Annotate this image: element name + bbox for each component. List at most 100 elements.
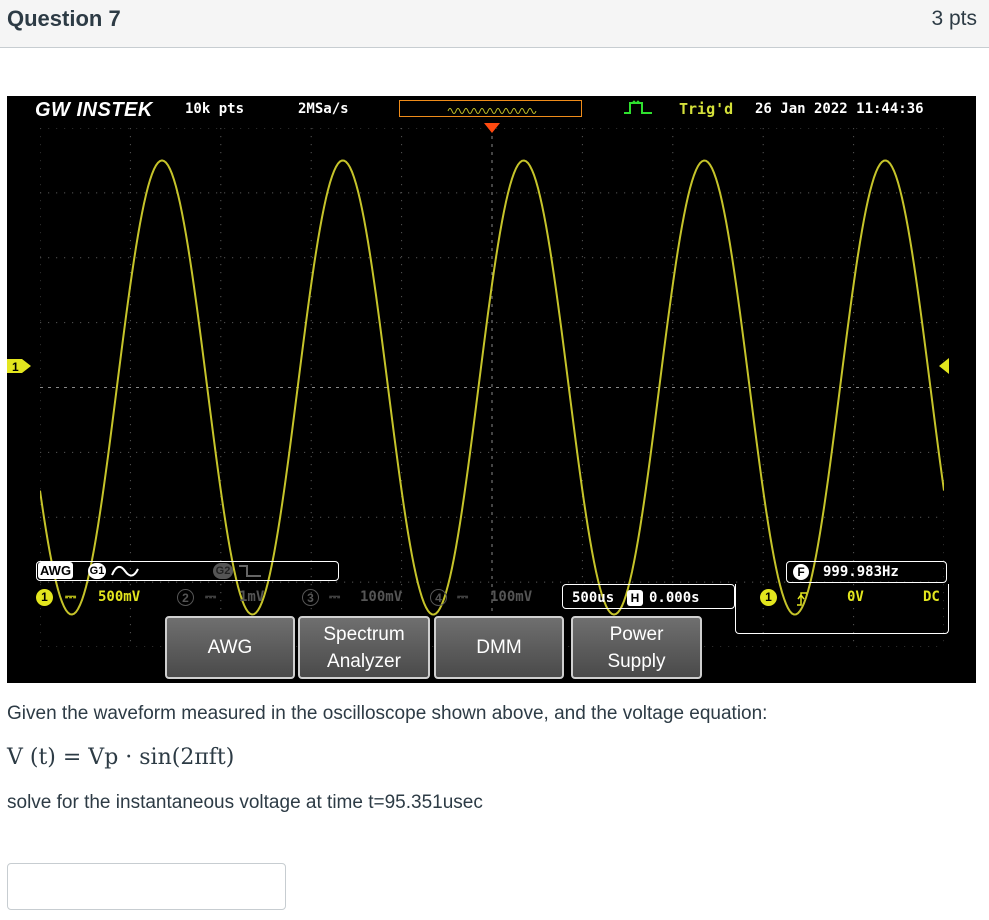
gridline-dot [496, 581, 498, 583]
gridline-dot [310, 488, 312, 490]
gridline-dot [856, 192, 858, 194]
gridline-dot [872, 451, 874, 453]
gridline-dot [480, 516, 482, 518]
gridline-dot [672, 224, 674, 226]
gridline-dot [552, 387, 555, 388]
gridline-dot [208, 451, 210, 453]
question-title: Question 7 [7, 6, 121, 31]
gridline-dot [400, 257, 402, 259]
gridline-dot [160, 257, 162, 259]
gridline-dot [800, 387, 803, 388]
gridline-dot [488, 387, 491, 388]
gridline-dot [129, 552, 131, 554]
gridline-dot [129, 312, 131, 314]
gridline-dot [552, 451, 554, 453]
answer-input[interactable] [7, 863, 286, 910]
gridline-dot [220, 152, 222, 154]
gridline-dot [600, 451, 602, 453]
softkey-awg[interactable]: AWG [165, 616, 295, 679]
gridline-dot [40, 480, 41, 482]
gridline-dot [536, 322, 538, 324]
gridline-dot [762, 152, 764, 154]
gridline-dot [640, 192, 642, 194]
gridline-dot [192, 128, 194, 129]
gridline-dot [491, 504, 493, 507]
gridline-dot [800, 128, 802, 129]
gridline-dot [856, 322, 858, 324]
gridline-dot [544, 516, 546, 518]
gridline-dot [401, 560, 403, 562]
gridline-dot [491, 464, 493, 467]
gridline-dot [581, 328, 583, 330]
gridline-dot [808, 128, 810, 129]
gridline-dot [584, 322, 586, 324]
trigger-edge-icon [624, 100, 652, 114]
gridline-dot [40, 136, 41, 138]
gridline-dot [128, 387, 131, 388]
gridline-dot [288, 387, 291, 388]
gridline-dot [400, 192, 402, 194]
gridline-dot [816, 128, 818, 129]
gridline-dot [40, 168, 41, 170]
gridline-dot [912, 646, 914, 647]
gridline-dot [401, 504, 403, 506]
gridline-dot [96, 128, 98, 129]
softkey-power-supply[interactable]: Power Supply [571, 616, 702, 679]
gridline-dot [432, 192, 434, 194]
softkey-spectrum-analyzer[interactable]: Spectrum Analyzer [298, 616, 430, 679]
gridline-dot [304, 192, 306, 194]
gridline-dot [712, 322, 714, 324]
gridline-dot [40, 248, 41, 250]
gridline-dot [762, 392, 764, 394]
channel-4-coupling: ⎓ [457, 589, 469, 605]
gridline-dot [696, 128, 698, 129]
gridline-dot [762, 432, 764, 434]
gridline-dot [672, 144, 674, 146]
gridline-dot [728, 257, 730, 259]
gridline-dot [853, 400, 855, 402]
gridline-dot [491, 520, 493, 523]
gridline-dot [491, 336, 493, 339]
gridline-dot [640, 322, 642, 324]
gridline-dot [762, 472, 764, 474]
gridline-dot [200, 128, 202, 129]
gridline-dot [136, 257, 138, 259]
gridline-dot [220, 328, 222, 330]
gridline-dot [616, 451, 618, 453]
gridline-dot [528, 192, 530, 194]
gridline-dot [136, 128, 138, 129]
gridline-dot [728, 646, 730, 647]
gridline-dot [400, 322, 402, 324]
timebase-scale: 500us [572, 590, 615, 606]
gridline-dot [160, 451, 162, 453]
gridline-dot [272, 387, 275, 388]
gridline-dot [943, 496, 944, 498]
gridline-dot [232, 257, 234, 259]
gridline-dot [272, 451, 274, 453]
gridline-dot [220, 464, 222, 466]
gridline-dot [943, 512, 944, 514]
gridline-dot [72, 387, 75, 388]
gridline-dot [768, 128, 770, 129]
gridline-dot [592, 257, 594, 259]
gridline-dot [581, 552, 583, 554]
gridline-dot [853, 480, 855, 482]
channel-3-scale: 100mV [360, 589, 403, 605]
gridline-dot [310, 608, 312, 610]
softkey-dmm[interactable]: DMM [434, 616, 564, 679]
gridline-dot [401, 208, 403, 210]
gridline-dot [310, 464, 312, 466]
gridline-dot [552, 192, 554, 194]
gridline-dot [896, 387, 899, 388]
gridline-dot [280, 322, 282, 324]
gridline-dot [648, 192, 650, 194]
gridline-dot [800, 322, 802, 324]
gridline-dot [152, 581, 154, 583]
gridline-dot [504, 128, 506, 129]
gridline-dot [776, 387, 779, 388]
gridline-dot [624, 451, 626, 453]
gridline-dot [176, 128, 178, 129]
gridline-dot [104, 192, 106, 194]
gridline-dot [304, 257, 306, 259]
gridline-dot [401, 432, 403, 434]
